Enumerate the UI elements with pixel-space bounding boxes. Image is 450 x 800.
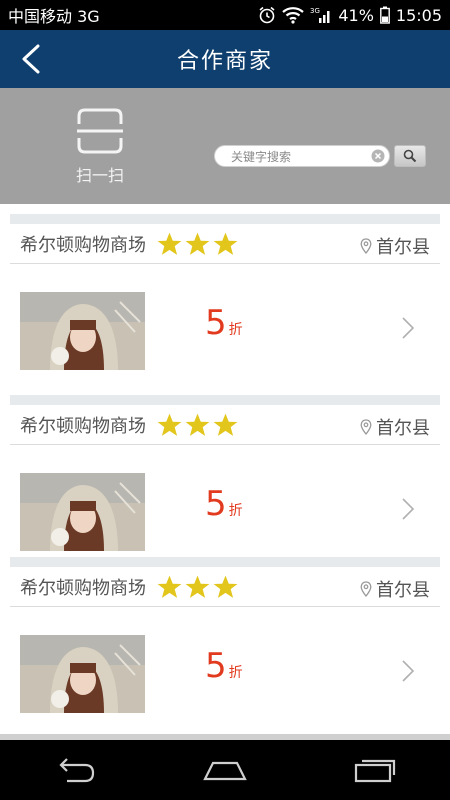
rating-stars <box>156 574 239 600</box>
discount-value: 5 <box>205 303 227 343</box>
merchant-card[interactable]: 希尔顿购物商场 首尔县 5 折 <box>10 395 440 577</box>
page-title: 合作商家 <box>176 49 273 74</box>
scan-icon <box>77 108 123 154</box>
status-icons: 3G 41% 15:05 <box>258 6 442 25</box>
rating-stars <box>156 231 239 257</box>
alarm-icon <box>258 6 276 24</box>
location-text: 首尔县 <box>376 237 430 258</box>
location-pin-icon <box>360 581 372 597</box>
merchant-list: 希尔顿购物商场 首尔县 5 折 希尔顿购物商场 首尔县 5 折 希尔顿购物商场 … <box>0 204 450 734</box>
merchant-photo <box>20 473 145 551</box>
search-input[interactable] <box>215 147 389 167</box>
merchant-name: 希尔顿购物商场 <box>20 415 146 437</box>
battery-icon <box>379 6 390 24</box>
discount-unit: 折 <box>228 503 243 519</box>
recent-apps-icon <box>354 759 396 783</box>
card-divider <box>10 395 440 405</box>
clear-icon[interactable] <box>371 149 385 163</box>
wifi-icon <box>282 6 305 24</box>
search-box <box>214 145 390 167</box>
chevron-left-icon[interactable] <box>18 44 46 74</box>
location-text: 首尔县 <box>376 580 430 601</box>
merchant-card[interactable]: 希尔顿购物商场 首尔县 5 折 <box>10 214 440 396</box>
status-bar: 中国移动 3G 3G 41% 15:05 <box>0 0 450 30</box>
card-divider <box>10 214 440 224</box>
discount-value: 5 <box>205 484 227 524</box>
chevron-right-icon[interactable] <box>400 316 416 340</box>
location: 首尔县 <box>360 414 430 440</box>
discount-unit: 折 <box>228 322 243 338</box>
card-header: 希尔顿购物商场 首尔县 <box>10 224 440 264</box>
card-divider <box>10 557 440 567</box>
discount-unit: 折 <box>228 665 243 681</box>
merchant-photo <box>20 635 145 713</box>
title-bar: 合作商家 <box>0 30 450 88</box>
rating-stars <box>156 412 239 438</box>
discount: 5 折 <box>205 487 243 521</box>
back-nav-button[interactable] <box>45 750 105 790</box>
merchant-photo <box>20 292 145 370</box>
merchant-card[interactable]: 希尔顿购物商场 首尔县 5 折 <box>10 557 440 734</box>
card-header: 希尔顿购物商场 首尔县 <box>10 405 440 445</box>
card-body: 5 折 <box>10 609 440 734</box>
clock-time: 15:05 <box>395 5 442 25</box>
star-icon <box>213 232 238 255</box>
network-label: 3G <box>310 7 320 15</box>
location: 首尔县 <box>360 576 430 602</box>
search-button[interactable] <box>394 145 426 167</box>
location-text: 首尔县 <box>376 418 430 439</box>
chevron-right-icon[interactable] <box>400 497 416 521</box>
search-bar <box>214 144 426 168</box>
chevron-right-icon[interactable] <box>400 659 416 683</box>
discount: 5 折 <box>205 306 243 340</box>
star-icon <box>185 232 210 255</box>
recent-apps-button[interactable] <box>345 750 405 790</box>
discount: 5 折 <box>205 649 243 683</box>
home-icon <box>203 761 247 781</box>
star-icon <box>157 232 182 255</box>
star-icon <box>213 575 238 598</box>
battery-percent: 41% <box>338 5 374 25</box>
scan-button[interactable]: 扫一扫 <box>70 106 130 186</box>
discount-value: 5 <box>205 646 227 686</box>
star-icon <box>213 413 238 436</box>
location-pin-icon <box>360 419 372 435</box>
star-icon <box>157 575 182 598</box>
carrier-name: 中国移动 3G <box>8 7 100 26</box>
card-header: 希尔顿购物商场 首尔县 <box>10 567 440 607</box>
toolbar: 扫一扫 <box>0 88 450 204</box>
back-arrow-icon <box>59 758 95 783</box>
scan-label: 扫一扫 <box>75 166 124 185</box>
merchant-name: 希尔顿购物商场 <box>20 577 146 599</box>
star-icon <box>185 413 210 436</box>
star-icon <box>157 413 182 436</box>
search-icon <box>403 149 417 163</box>
home-nav-button[interactable] <box>195 750 255 790</box>
card-body: 5 折 <box>10 266 440 396</box>
location: 首尔县 <box>360 233 430 259</box>
signal-icon: 3G <box>310 6 332 24</box>
system-nav-bar <box>0 740 450 800</box>
merchant-name: 希尔顿购物商场 <box>20 234 146 256</box>
star-icon <box>185 575 210 598</box>
location-pin-icon <box>360 238 372 254</box>
